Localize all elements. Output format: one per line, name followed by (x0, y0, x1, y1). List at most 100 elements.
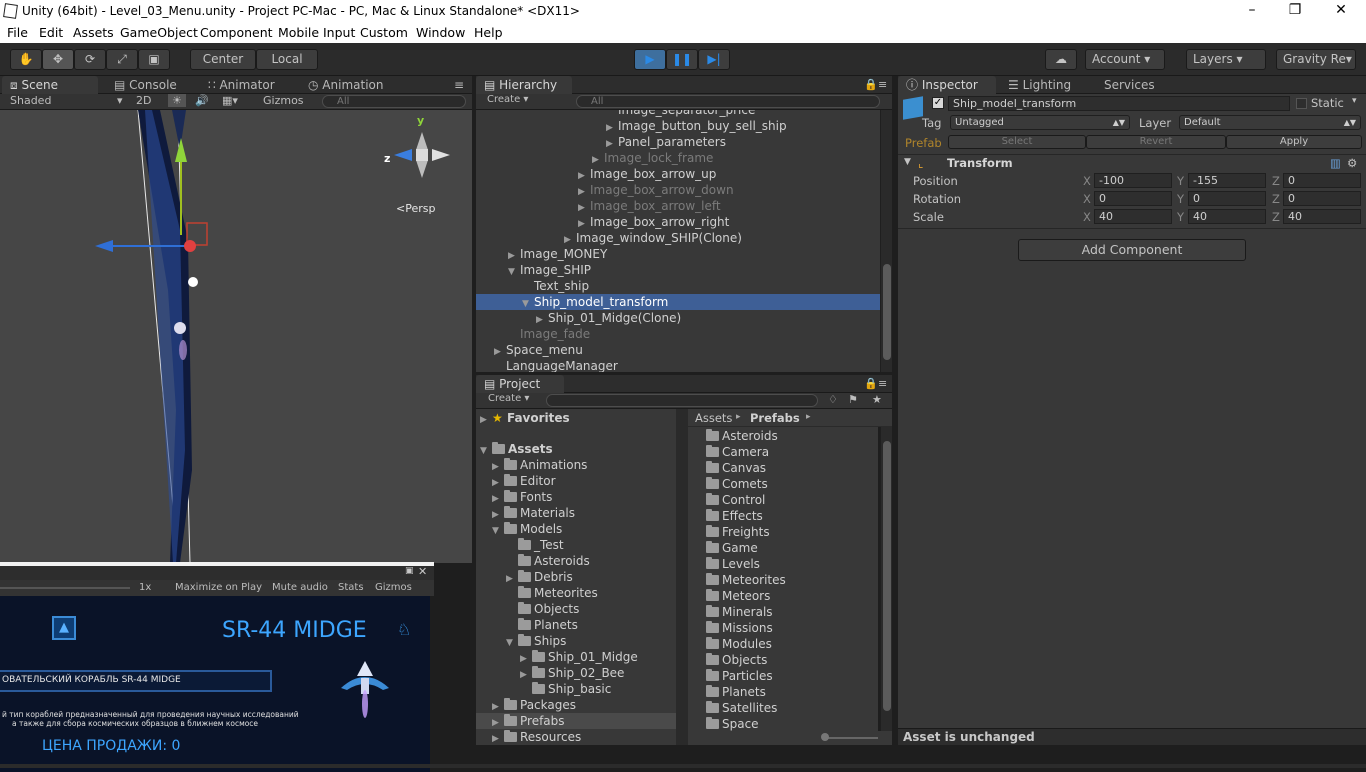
scale-slider[interactable] (0, 587, 130, 589)
static-checkbox[interactable] (1296, 98, 1307, 109)
audio-toggle-icon[interactable]: 🔊 (195, 94, 209, 107)
tab-inspector[interactable]: ⓘ Inspector (898, 76, 996, 94)
hierarchy-row[interactable]: ▶ Image_MONEY (476, 246, 880, 262)
menu-edit[interactable]: Edit (39, 25, 63, 40)
hierarchy-row[interactable]: Image_fade (476, 326, 880, 342)
hierarchy-row[interactable]: Text_ship (476, 278, 880, 294)
panel-menu-icon[interactable]: ≡ (878, 78, 887, 91)
hand-tool-icon[interactable]: ✋ (10, 49, 42, 70)
prefab-folder-item[interactable]: Canvas (706, 460, 766, 476)
hierarchy-row[interactable]: ▼ Image_SHIP (476, 262, 880, 278)
hierarchy-row[interactable]: ▶ Image_box_arrow_left (476, 198, 880, 214)
position-z-field[interactable]: 0 (1283, 173, 1361, 188)
game-gizmos-dropdown[interactable]: Gizmos (375, 582, 412, 593)
project-tree-item[interactable]: ▶ Fonts (476, 489, 676, 505)
project-panel-menu-icon[interactable]: ≡ (878, 377, 887, 390)
layout-dropdown[interactable]: Gravity Re▾ (1276, 49, 1356, 70)
menu-custom[interactable]: Custom (360, 25, 408, 40)
maximize-on-play-toggle[interactable]: Maximize on Play (175, 582, 262, 593)
hierarchy-create-button[interactable]: Create ▾ (487, 94, 528, 105)
rotation-x-field[interactable]: 0 (1094, 191, 1172, 206)
assets-node[interactable]: ▼ Assets (480, 441, 553, 457)
project-tree-item[interactable]: ▶ Debris (476, 569, 676, 585)
scale-x-field[interactable]: 40 (1094, 209, 1172, 224)
scale-z-field[interactable]: 40 (1283, 209, 1361, 224)
prefab-revert-button[interactable]: Revert (1086, 135, 1226, 149)
prefab-folder-item[interactable]: Control (706, 492, 765, 508)
settings-gear-icon[interactable]: ⚙ (1347, 156, 1357, 170)
project-tree-item[interactable]: ▼ Ships (476, 633, 676, 649)
prefab-folder-item[interactable]: Space (706, 716, 759, 731)
hierarchy-row[interactable]: ▶ Image_box_arrow_right (476, 214, 880, 230)
tab-lighting[interactable]: ☰ Lighting (1000, 76, 1079, 94)
menu-component[interactable]: Component (200, 25, 273, 40)
hierarchy-scrollbar[interactable] (880, 110, 892, 372)
prefab-folder-item[interactable]: Meteors (706, 588, 770, 604)
favorite-star-icon[interactable]: ★ (872, 393, 882, 406)
prefab-folder-item[interactable]: Modules (706, 636, 772, 652)
hierarchy-row[interactable]: ▶ Image_lock_frame (476, 150, 880, 166)
game-render[interactable]: ▲ SR-44 MIDGE ♘ ОВАТЕЛЬСКИЙ КОРАБЛЬ SR-4… (0, 596, 430, 772)
menu-gameobject[interactable]: GameObject (120, 25, 198, 40)
project-tree-item[interactable]: ▼ Models (476, 521, 676, 537)
prefab-folder-item[interactable]: Camera (706, 444, 769, 460)
project-lock-icon[interactable]: 🔒 (864, 377, 878, 390)
project-tree-item[interactable]: ▶ Resources (476, 729, 676, 745)
project-tree-item[interactable]: ▶ Editor (476, 473, 676, 489)
prefab-folder-item[interactable]: Meteorites (706, 572, 786, 588)
gizmos-dropdown[interactable]: Gizmos (263, 94, 304, 107)
project-search-input[interactable] (546, 394, 818, 407)
project-scrollbar[interactable] (880, 427, 892, 731)
breadcrumb-current[interactable]: Prefabs (750, 411, 800, 425)
effects-dropdown-icon[interactable]: ▦▾ (222, 94, 238, 107)
scale-tool-icon[interactable]: ⤢ (106, 49, 138, 70)
favorites-node[interactable]: ▶ ★ Favorites (480, 410, 570, 426)
rotation-z-field[interactable]: 0 (1283, 191, 1361, 206)
move-tool-icon[interactable]: ✥ (42, 49, 74, 70)
icon-size-slider-handle[interactable] (821, 733, 829, 741)
tab-animation[interactable]: ◷ Animation (300, 76, 391, 94)
prefab-folder-item[interactable]: Asteroids (706, 428, 778, 444)
tab-services[interactable]: Services (1096, 76, 1163, 94)
hierarchy-row[interactable]: LanguageManager (476, 358, 880, 372)
scene-viewport[interactable]: y z <Persp (0, 110, 472, 563)
restore-icon[interactable]: ❐ (1285, 2, 1305, 20)
project-tree-item[interactable]: _Test (476, 537, 676, 553)
position-x-field[interactable]: -100 (1094, 173, 1172, 188)
object-name-field[interactable]: Ship_model_transform (948, 96, 1290, 111)
breadcrumb-root[interactable]: Assets (695, 411, 732, 425)
pivot-center-button[interactable]: Center (190, 49, 256, 70)
project-tree-item[interactable]: Asteroids (476, 553, 676, 569)
tab-project[interactable]: ▤ Project (476, 375, 564, 393)
close-icon[interactable]: ✕ (1331, 2, 1351, 20)
menu-mobile-input[interactable]: Mobile Input (278, 25, 355, 40)
account-dropdown[interactable]: Account ▾ (1085, 49, 1165, 70)
scale-y-field[interactable]: 40 (1188, 209, 1266, 224)
tab-hierarchy[interactable]: ▤ Hierarchy (476, 76, 572, 94)
prefab-folder-item[interactable]: Freights (706, 524, 770, 540)
prefab-folder-item[interactable]: Comets (706, 476, 768, 492)
filter-label-icon[interactable]: ⚑ (848, 393, 858, 406)
lock-icon[interactable]: 🔒 (864, 78, 878, 91)
projection-toggle[interactable]: <Persp (396, 202, 435, 215)
hierarchy-row[interactable]: ▶ Image_box_arrow_down (476, 182, 880, 198)
icon-size-slider[interactable] (824, 737, 878, 739)
prefab-folder-item[interactable]: Minerals (706, 604, 773, 620)
rect-tool-icon[interactable]: ▣ (138, 49, 170, 70)
close-window-icon[interactable]: ✕ (418, 565, 427, 578)
tab-animator[interactable]: ∷ Animator (200, 76, 283, 94)
pivot-local-button[interactable]: Local (256, 49, 318, 70)
project-tree-item[interactable]: Meteorites (476, 585, 676, 601)
stats-toggle[interactable]: Stats (338, 582, 364, 593)
prefab-folder-item[interactable]: Planets (706, 684, 766, 700)
add-component-button[interactable]: Add Component (1018, 239, 1246, 261)
project-divider[interactable] (676, 409, 688, 745)
hierarchy-row[interactable]: ▶ Image_window_SHIP(Clone) (476, 230, 880, 246)
hierarchy-row[interactable]: ▶ Space_menu (476, 342, 880, 358)
hierarchy-row[interactable]: ▶ Image_button_buy_sell_ship (476, 118, 880, 134)
help-book-icon[interactable]: ▥ (1330, 156, 1341, 170)
prefab-select-button[interactable]: Select (948, 135, 1086, 149)
project-create-button[interactable]: Create ▾ (488, 393, 529, 404)
hierarchy-row[interactable]: Image_separator_price (476, 110, 880, 118)
prefab-folder-item[interactable]: Levels (706, 556, 760, 572)
